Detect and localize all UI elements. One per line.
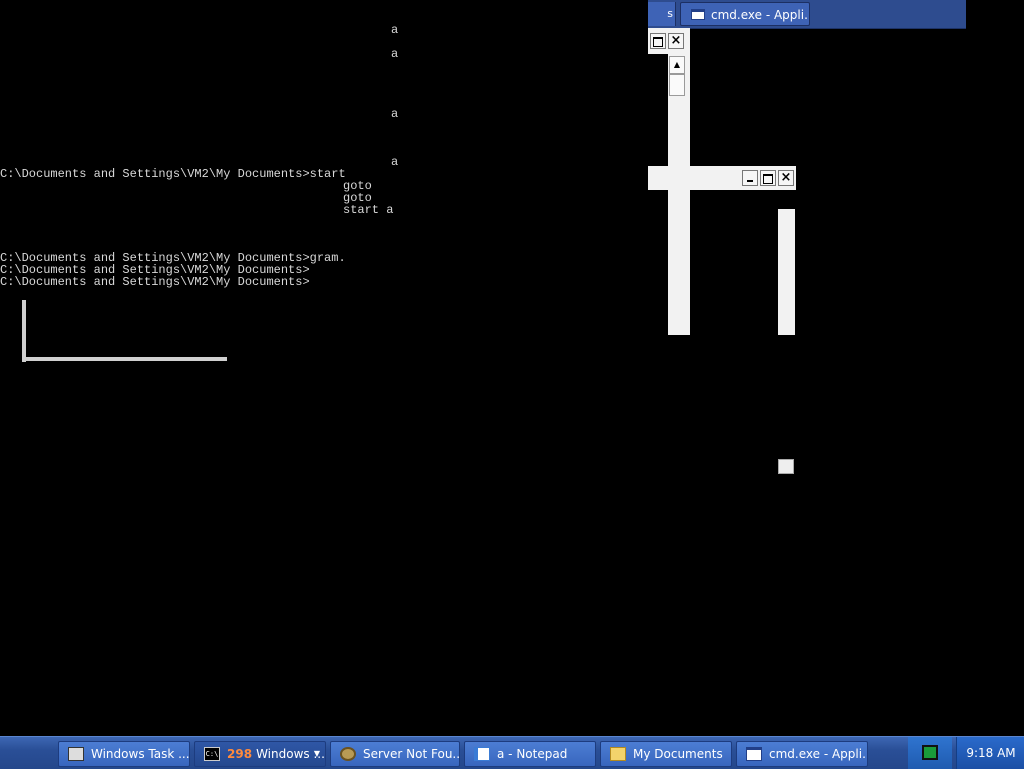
- window-icon: [691, 9, 705, 20]
- taskbar-button-label: Windows Task ...: [91, 747, 190, 761]
- top-window-tab-fragment[interactable]: s: [648, 2, 676, 26]
- notepad-icon: [474, 747, 490, 761]
- taskbar-button-label: cmd.exe - Appli...: [769, 747, 868, 761]
- close-button[interactable]: ×: [668, 33, 684, 49]
- close-icon: ×: [780, 170, 792, 185]
- taskbar: Windows Task ... C:\ 298 Windows ... ▼ Se…: [0, 736, 1024, 769]
- console-line: a: [391, 47, 399, 61]
- scroll-up-button[interactable]: ▲: [669, 56, 685, 74]
- ghost-window-resize-handle[interactable]: [778, 459, 794, 474]
- console-line: C:\Documents and Settings\VM2\My Documen…: [0, 167, 346, 181]
- console-line: a: [391, 155, 399, 169]
- taskbar-button-my-documents[interactable]: My Documents: [600, 741, 732, 767]
- ghost-window-scrollbar[interactable]: [668, 54, 690, 335]
- system-tray-icon[interactable]: [922, 745, 938, 760]
- taskbar-button-label: My Documents: [633, 747, 723, 761]
- system-tray: [908, 737, 952, 769]
- console-window[interactable]: a a a a C:\Documents and Settings\VM2\My…: [0, 0, 1024, 736]
- top-window-tab-label: cmd.exe - Appli...: [711, 8, 810, 22]
- taskbar-button-label: Server Not Fou...: [363, 747, 460, 761]
- minimize-icon: [747, 180, 753, 182]
- window-icon: [746, 747, 762, 761]
- maximize-icon: [653, 37, 663, 47]
- top-window-tab[interactable]: cmd.exe - Appli...: [680, 2, 810, 26]
- taskbar-button-task-manager[interactable]: Windows Task ...: [58, 741, 190, 767]
- taskbar-button-cmd[interactable]: cmd.exe - Appli...: [736, 741, 868, 767]
- ghost-window-edge: [778, 209, 795, 335]
- ghost-window-corner-bottom: [22, 357, 227, 361]
- console-line: start a: [343, 203, 394, 217]
- taskbar-button-server-not-found[interactable]: Server Not Fou...: [330, 741, 460, 767]
- close-icon: ×: [670, 33, 682, 48]
- task-manager-icon: [68, 747, 84, 761]
- arrow-up-icon: ▲: [673, 60, 681, 69]
- minimize-button[interactable]: [742, 170, 758, 186]
- console-line: C:\Documents and Settings\VM2\My Documen…: [0, 275, 310, 289]
- folder-icon: [610, 747, 626, 761]
- console-line: a: [391, 107, 399, 121]
- window-count-badge: 298: [227, 747, 253, 761]
- close-button-2[interactable]: ×: [778, 170, 794, 186]
- console-line: a: [391, 23, 399, 37]
- maximize-button[interactable]: [650, 33, 666, 49]
- gear-icon: [340, 747, 356, 761]
- maximize-icon: [763, 174, 773, 184]
- taskbar-button-windows-group[interactable]: C:\ 298 Windows ... ▼: [194, 741, 326, 767]
- taskbar-button-notepad[interactable]: a - Notepad: [464, 741, 596, 767]
- scrollbar-thumb[interactable]: [669, 74, 685, 96]
- cmd-icon: C:\: [204, 747, 220, 761]
- maximize-button-2[interactable]: [760, 170, 776, 186]
- chevron-down-icon: ▼: [313, 749, 320, 758]
- ghost-window-corner-left: [22, 300, 26, 362]
- taskbar-clock[interactable]: 9:18 AM: [956, 737, 1024, 769]
- taskbar-button-label: a - Notepad: [497, 747, 568, 761]
